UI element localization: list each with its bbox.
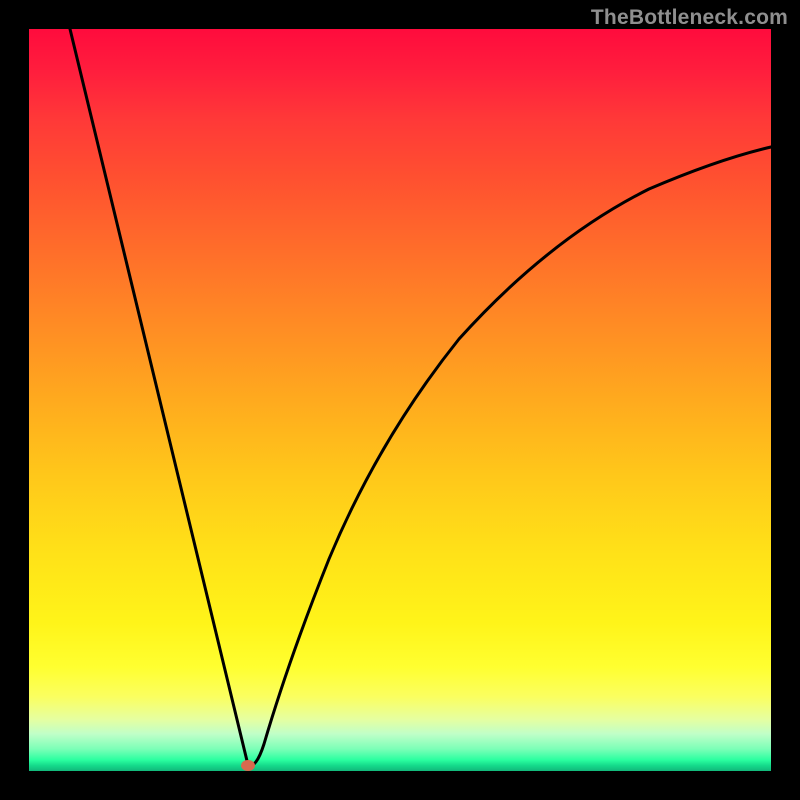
watermark-text: TheBottleneck.com	[591, 6, 788, 30]
valley-marker	[241, 760, 255, 771]
curve-path	[70, 29, 771, 766]
bottleneck-curve	[29, 29, 771, 771]
